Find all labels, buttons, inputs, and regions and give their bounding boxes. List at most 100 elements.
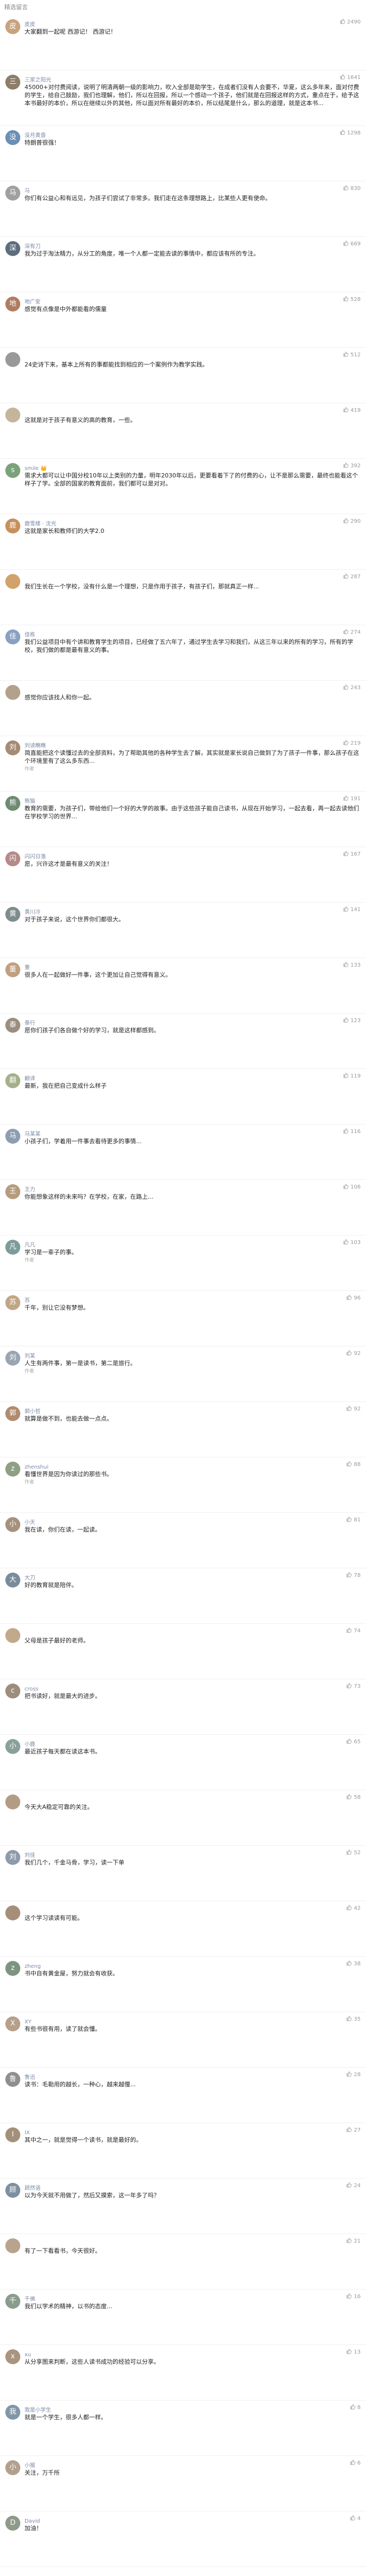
commenter-name: 三家之阳光 [25, 77, 51, 83]
like-button[interactable]: 24 [346, 2182, 361, 2190]
avatar[interactable]: 小 [5, 1739, 20, 1754]
like-count: 243 [350, 685, 361, 691]
like-button[interactable]: 73 [346, 1682, 361, 1691]
like-button[interactable]: 191 [343, 795, 361, 803]
like-button[interactable]: 274 [343, 628, 361, 637]
like-button[interactable]: 1298 [340, 129, 361, 138]
like-count: 123 [350, 1018, 361, 1024]
comment-header: IX 27 [25, 2126, 362, 2136]
like-button[interactable]: 35 [346, 2015, 361, 2024]
like-button[interactable]: 28 [346, 2071, 361, 2079]
like-button[interactable]: 528 [343, 296, 361, 304]
avatar[interactable]: 郭 [5, 1406, 20, 1421]
avatar[interactable]: 董 [5, 962, 20, 977]
avatar[interactable]: 刘 [5, 740, 20, 755]
like-button[interactable]: 42 [346, 1904, 361, 1913]
avatar[interactable]: z [5, 1961, 20, 1976]
avatar[interactable]: 三 [5, 75, 20, 90]
like-button[interactable]: 669 [343, 240, 361, 249]
avatar[interactable]: 刘 [5, 1351, 20, 1366]
avatar[interactable] [5, 685, 20, 700]
avatar[interactable]: 地 [5, 297, 20, 312]
like-button[interactable]: 2490 [340, 18, 361, 27]
avatar[interactable]: c [5, 1684, 20, 1698]
like-button[interactable]: 81 [346, 1516, 361, 1525]
avatar[interactable] [5, 574, 20, 589]
avatar[interactable]: 闪 [5, 851, 20, 866]
avatar[interactable] [5, 1905, 20, 1920]
avatar[interactable]: 刘 [5, 1850, 20, 1865]
avatar[interactable]: 凡 [5, 1240, 20, 1255]
avatar[interactable]: 马 [5, 186, 20, 201]
like-button[interactable]: 78 [346, 1572, 361, 1580]
like-button[interactable]: 287 [343, 573, 361, 581]
like-button[interactable]: 290 [343, 517, 361, 526]
avatar[interactable]: 我 [5, 2405, 20, 2420]
like-button[interactable]: 392 [343, 462, 361, 470]
avatar[interactable] [5, 1795, 20, 1809]
avatar[interactable]: 没 [5, 130, 20, 145]
avatar[interactable]: D [5, 2516, 20, 2531]
avatar[interactable]: 大 [5, 1573, 20, 1588]
like-button[interactable]: 52 [346, 1849, 361, 1857]
like-button[interactable]: 141 [343, 906, 361, 914]
avatar[interactable]: 泰 [5, 1018, 20, 1033]
avatar[interactable]: s [5, 463, 20, 478]
avatar[interactable]: 鹿 [5, 519, 20, 533]
avatar[interactable]: 翻 [5, 1073, 20, 1088]
like-button[interactable]: 123 [343, 1017, 361, 1025]
like-button[interactable]: 16 [346, 2293, 361, 2301]
like-button[interactable]: 219 [343, 739, 361, 748]
like-button[interactable]: 106 [343, 1183, 361, 1192]
avatar[interactable]: 王 [5, 1184, 20, 1199]
like-button[interactable]: 74 [346, 1627, 361, 1636]
avatar[interactable]: 深 [5, 241, 20, 256]
like-button[interactable]: 58 [346, 1793, 361, 1802]
like-button[interactable]: 96 [346, 1294, 361, 1303]
avatar[interactable]: I [5, 2127, 20, 2142]
like-button[interactable]: 92 [346, 1405, 361, 1414]
avatar[interactable]: 熊 [5, 796, 20, 811]
avatar[interactable]: x [5, 2349, 20, 2364]
avatar[interactable]: z [5, 1462, 20, 1477]
like-button[interactable]: 512 [343, 351, 361, 360]
avatar[interactable]: 小 [5, 1517, 20, 1532]
avatar[interactable]: 苏 [5, 1295, 20, 1310]
like-button[interactable]: 103 [343, 1239, 361, 1247]
avatar[interactable] [5, 1628, 20, 1643]
avatar[interactable]: 黄 [5, 907, 20, 922]
like-button[interactable]: 830 [343, 185, 361, 193]
avatar[interactable]: 佳 [5, 629, 20, 644]
like-button[interactable]: 167 [343, 850, 361, 859]
avatar[interactable]: 鲁 [5, 2072, 20, 2087]
avatar[interactable]: 马 [5, 1129, 20, 1144]
like-button[interactable]: 21 [346, 2237, 361, 2246]
like-button[interactable]: 419 [343, 406, 361, 415]
avatar[interactable] [5, 408, 20, 422]
comment-header: 熊猫 191 [25, 795, 362, 804]
avatar[interactable]: 皮 [5, 19, 20, 34]
like-button[interactable]: 27 [346, 2126, 361, 2135]
avatar[interactable]: 小 [5, 2460, 20, 2475]
avatar[interactable]: 顾 [5, 2183, 20, 2198]
like-button[interactable]: 243 [343, 684, 361, 692]
like-button[interactable]: 133 [343, 961, 361, 970]
like-button[interactable]: 38 [346, 1960, 361, 1968]
like-button[interactable]: 8 [350, 2404, 361, 2412]
avatar[interactable] [5, 2238, 20, 2253]
avatar[interactable]: 千 [5, 2294, 20, 2309]
like-button[interactable]: 92 [346, 1350, 361, 1358]
like-button[interactable]: 1641 [340, 74, 361, 82]
avatar[interactable] [5, 352, 20, 367]
avatar[interactable]: X [5, 2016, 20, 2031]
like-button[interactable]: 6 [350, 2459, 361, 2468]
like-button[interactable]: 88 [346, 1461, 361, 1469]
like-button[interactable]: 116 [343, 1128, 361, 1136]
commenter-name: David [25, 2518, 40, 2524]
like-button[interactable]: 13 [346, 2348, 361, 2357]
like-button[interactable]: 4 [350, 2515, 361, 2523]
comment-header: xu 13 [25, 2348, 362, 2358]
like-button[interactable]: 65 [346, 1738, 361, 1746]
thumbs-up-icon [343, 185, 348, 190]
like-button[interactable]: 119 [343, 1072, 361, 1081]
